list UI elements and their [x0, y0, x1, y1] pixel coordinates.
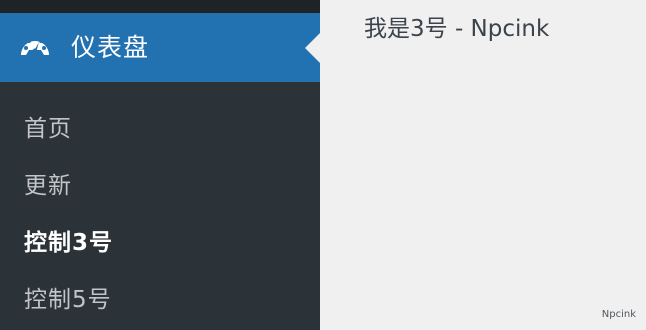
dashboard-gauge-icon: [18, 31, 52, 65]
sidebar-top-edge: [0, 0, 320, 13]
submenu-item-control-5[interactable]: 控制5号: [0, 268, 320, 325]
submenu-item-updates[interactable]: 更新: [0, 154, 320, 211]
admin-sidebar: 仪表盘 首页 更新 控制3号 控制5号: [0, 0, 320, 330]
dashboard-submenu: 首页 更新 控制3号 控制5号: [0, 97, 320, 325]
menu-item-dashboard-label: 仪表盘: [71, 33, 150, 62]
footer-credit: Npcink: [601, 309, 636, 320]
page-title: 我是3号 - Npcink: [364, 16, 550, 42]
submenu-item-home[interactable]: 首页: [0, 97, 320, 154]
menu-item-dashboard[interactable]: 仪表盘: [0, 13, 320, 82]
submenu-item-control-3[interactable]: 控制3号: [0, 211, 320, 268]
current-menu-pointer: [305, 33, 320, 63]
